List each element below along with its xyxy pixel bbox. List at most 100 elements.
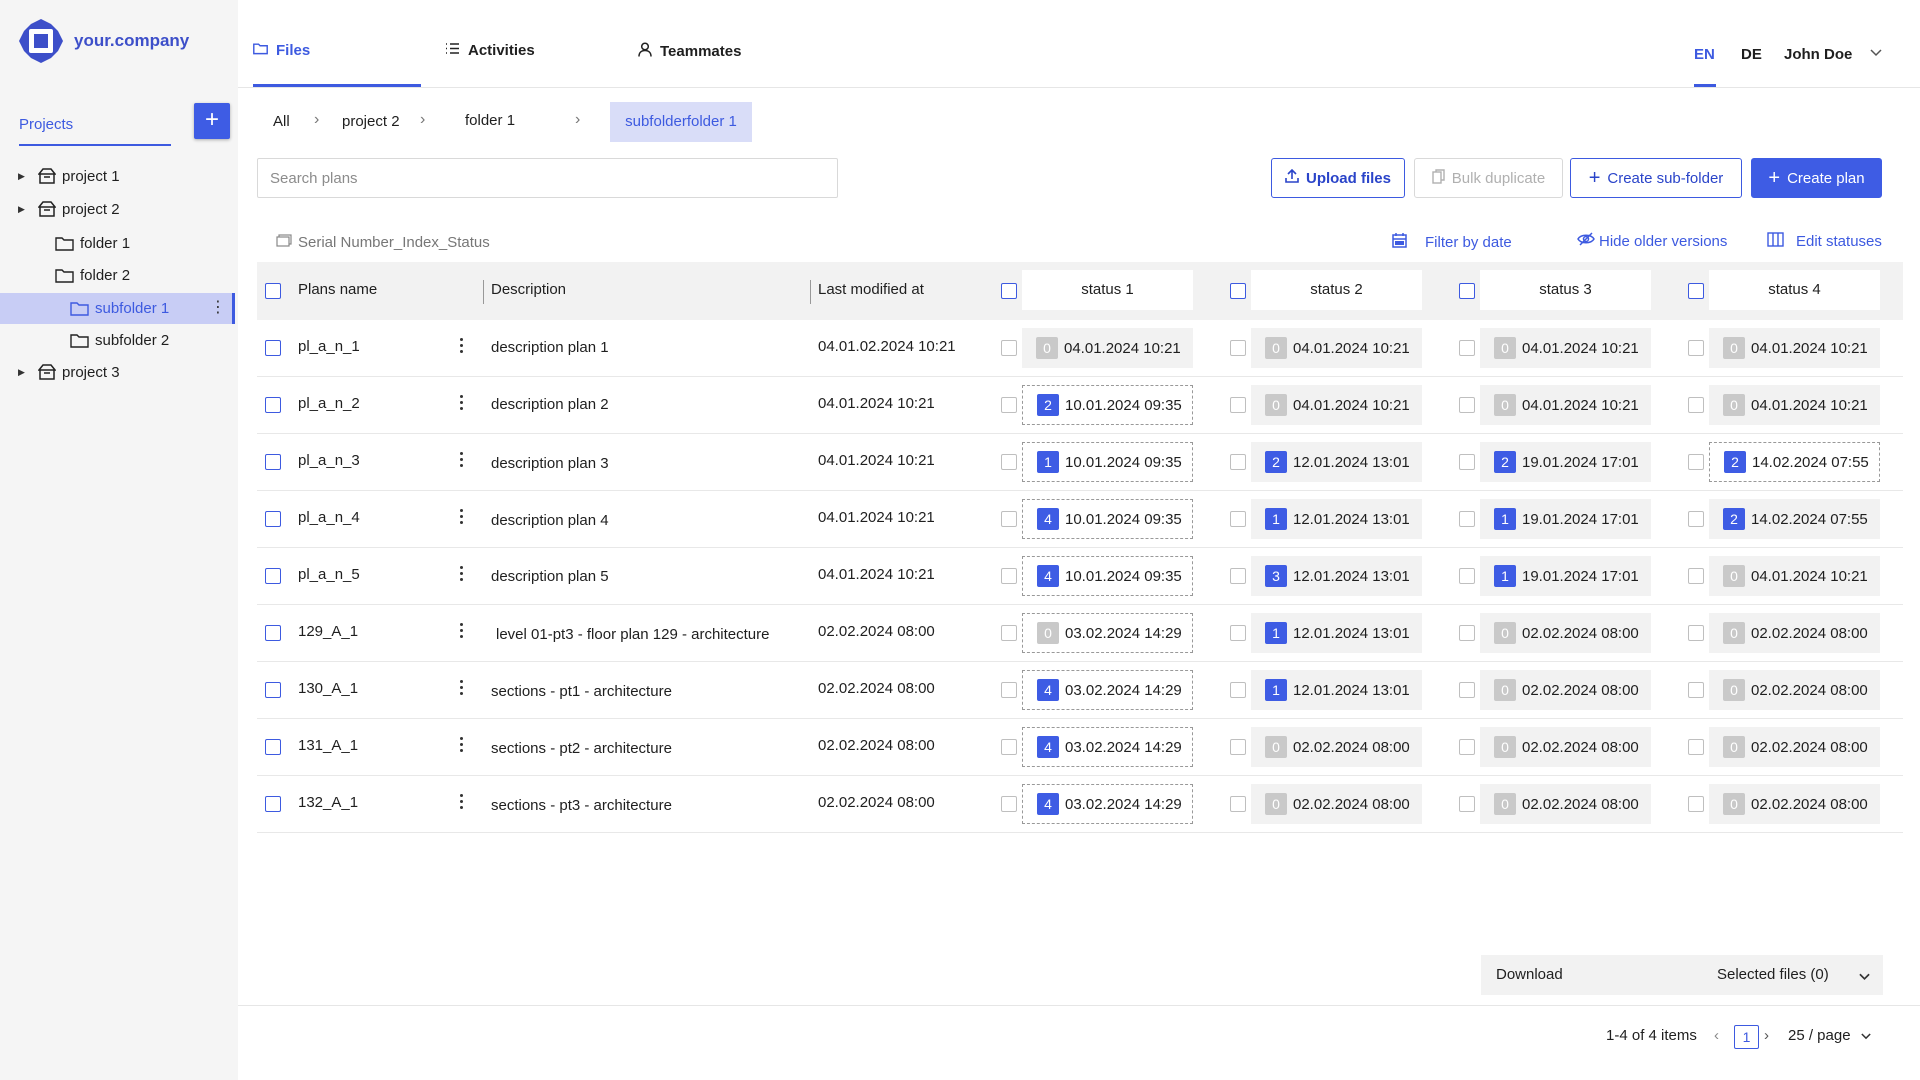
upload-files-button[interactable]: Upload files xyxy=(1271,158,1405,198)
status-cell[interactable]: 0 02.02.2024 08:00 xyxy=(1709,727,1880,767)
brand-logo[interactable]: your.company xyxy=(18,18,189,64)
status-checkbox[interactable] xyxy=(1688,796,1704,812)
status-checkbox[interactable] xyxy=(1459,739,1475,755)
status-checkbox[interactable] xyxy=(1001,340,1017,356)
column-divider[interactable] xyxy=(483,280,484,304)
prev-page-icon[interactable]: ‹ xyxy=(1714,1027,1719,1044)
caret-right-icon[interactable]: ▶ xyxy=(18,204,28,215)
status-cell[interactable]: 0 02.02.2024 08:00 xyxy=(1709,784,1880,824)
header-status-2[interactable]: status 2 xyxy=(1251,270,1422,310)
status-cell[interactable]: 0 04.01.2024 10:21 xyxy=(1022,328,1193,368)
kebab-icon[interactable] xyxy=(460,395,464,413)
search-input[interactable] xyxy=(257,158,838,198)
tab-activities[interactable]: Activities xyxy=(445,42,535,59)
status-4-checkbox[interactable] xyxy=(1688,283,1704,299)
table-row[interactable]: 130_A_1 sections - pt1 - architecture 02… xyxy=(257,662,1903,719)
status-cell[interactable]: 1 12.01.2024 13:01 xyxy=(1251,613,1422,653)
header-description[interactable]: Description xyxy=(491,281,566,298)
status-cell[interactable]: 2 19.01.2024 17:01 xyxy=(1480,442,1651,482)
row-checkbox[interactable] xyxy=(265,739,281,755)
status-checkbox[interactable] xyxy=(1230,796,1246,812)
kebab-icon[interactable] xyxy=(460,452,464,470)
tree-item-project-1[interactable]: ▶ project 1 xyxy=(18,161,120,191)
breadcrumb-item[interactable]: folder 1 xyxy=(465,112,515,129)
status-checkbox[interactable] xyxy=(1688,454,1704,470)
projects-tab[interactable]: Projects xyxy=(19,114,171,146)
plan-name[interactable]: 130_A_1 xyxy=(298,680,358,697)
status-checkbox[interactable] xyxy=(1688,568,1704,584)
status-checkbox[interactable] xyxy=(1001,682,1017,698)
status-checkbox[interactable] xyxy=(1688,625,1704,641)
chevron-down-icon[interactable] xyxy=(1870,46,1882,60)
status-cell[interactable]: 0 02.02.2024 08:00 xyxy=(1251,784,1422,824)
lang-en[interactable]: EN xyxy=(1694,46,1715,63)
status-checkbox[interactable] xyxy=(1001,454,1017,470)
lang-de[interactable]: DE xyxy=(1741,46,1762,63)
plan-name[interactable]: pl_a_n_3 xyxy=(298,452,360,469)
tree-item-subfolder-1[interactable]: subfolder 1 ⋮ xyxy=(0,293,235,324)
status-cell[interactable]: 1 19.01.2024 17:01 xyxy=(1480,556,1651,596)
table-row[interactable]: pl_a_n_3 description plan 3 04.01.2024 1… xyxy=(257,434,1903,491)
status-2-checkbox[interactable] xyxy=(1230,283,1246,299)
status-checkbox[interactable] xyxy=(1459,568,1475,584)
kebab-icon[interactable] xyxy=(460,794,464,812)
status-1-checkbox[interactable] xyxy=(1001,283,1017,299)
breadcrumb-current[interactable]: subfolderfolder 1 xyxy=(610,102,752,142)
tree-item-project-3[interactable]: ▶ project 3 xyxy=(18,357,120,387)
status-cell[interactable]: 1 19.01.2024 17:01 xyxy=(1480,499,1651,539)
column-divider[interactable] xyxy=(810,280,811,304)
header-status-1[interactable]: status 1 xyxy=(1022,270,1193,310)
status-checkbox[interactable] xyxy=(1230,454,1246,470)
status-checkbox[interactable] xyxy=(1230,340,1246,356)
tree-item-subfolder-2[interactable]: subfolder 2 xyxy=(70,325,169,355)
naming-convention[interactable]: Serial Number_Index_Status xyxy=(276,234,490,251)
status-cell[interactable]: 3 12.01.2024 13:01 xyxy=(1251,556,1422,596)
breadcrumb-item[interactable]: All xyxy=(273,113,290,130)
user-menu[interactable]: John Doe xyxy=(1784,46,1852,63)
plan-name[interactable]: pl_a_n_5 xyxy=(298,566,360,583)
table-row[interactable]: pl_a_n_4 description plan 4 04.01.2024 1… xyxy=(257,491,1903,548)
create-subfolder-button[interactable]: + Create sub-folder xyxy=(1570,158,1742,198)
status-cell[interactable]: 4 03.02.2024 14:29 xyxy=(1022,670,1193,710)
status-checkbox[interactable] xyxy=(1001,796,1017,812)
plan-name[interactable]: pl_a_n_2 xyxy=(298,395,360,412)
status-cell[interactable]: 0 02.02.2024 08:00 xyxy=(1251,727,1422,767)
status-cell[interactable]: 2 14.02.2024 07:55 xyxy=(1709,499,1880,539)
status-cell[interactable]: 0 03.02.2024 14:29 xyxy=(1022,613,1193,653)
tab-files[interactable]: Files xyxy=(253,42,310,59)
kebab-icon[interactable] xyxy=(460,680,464,698)
header-status-4[interactable]: status 4 xyxy=(1709,270,1880,310)
row-checkbox[interactable] xyxy=(265,511,281,527)
status-checkbox[interactable] xyxy=(1688,397,1704,413)
status-cell[interactable]: 0 04.01.2024 10:21 xyxy=(1709,385,1880,425)
status-checkbox[interactable] xyxy=(1459,682,1475,698)
edit-statuses-button[interactable]: Edit statuses xyxy=(1767,232,1882,251)
plan-name[interactable]: pl_a_n_4 xyxy=(298,509,360,526)
status-checkbox[interactable] xyxy=(1459,340,1475,356)
page-size-select[interactable]: 25 / page xyxy=(1788,1027,1871,1044)
create-plan-button[interactable]: + Create plan xyxy=(1751,158,1882,198)
kebab-icon[interactable] xyxy=(460,509,464,527)
status-cell[interactable]: 0 02.02.2024 08:00 xyxy=(1709,613,1880,653)
status-checkbox[interactable] xyxy=(1688,511,1704,527)
status-cell[interactable]: 0 04.01.2024 10:21 xyxy=(1251,385,1422,425)
status-cell[interactable]: 0 04.01.2024 10:21 xyxy=(1709,328,1880,368)
tree-item-project-2[interactable]: ▶ project 2 xyxy=(18,194,120,224)
status-cell[interactable]: 2 14.02.2024 07:55 xyxy=(1709,442,1880,482)
add-project-button[interactable]: + xyxy=(194,103,230,139)
kebab-icon[interactable] xyxy=(460,737,464,755)
row-checkbox[interactable] xyxy=(265,397,281,413)
kebab-icon[interactable]: ⋮ xyxy=(210,299,226,317)
status-checkbox[interactable] xyxy=(1688,739,1704,755)
filter-by-date-button[interactable]: Filter by date xyxy=(1392,232,1512,252)
status-cell[interactable]: 4 03.02.2024 14:29 xyxy=(1022,727,1193,767)
table-row[interactable]: 132_A_1 sections - pt3 - architecture 02… xyxy=(257,776,1903,833)
plan-name[interactable]: 131_A_1 xyxy=(298,737,358,754)
status-cell[interactable]: 0 02.02.2024 08:00 xyxy=(1480,784,1651,824)
kebab-icon[interactable] xyxy=(460,566,464,584)
status-cell[interactable]: 4 10.01.2024 09:35 xyxy=(1022,499,1193,539)
status-cell[interactable]: 4 03.02.2024 14:29 xyxy=(1022,784,1193,824)
header-plans-name[interactable]: Plans name xyxy=(298,281,377,298)
table-row[interactable]: 129_A_1 level 01-pt3 - floor plan 129 - … xyxy=(257,605,1903,662)
status-cell[interactable]: 0 02.02.2024 08:00 xyxy=(1480,613,1651,653)
